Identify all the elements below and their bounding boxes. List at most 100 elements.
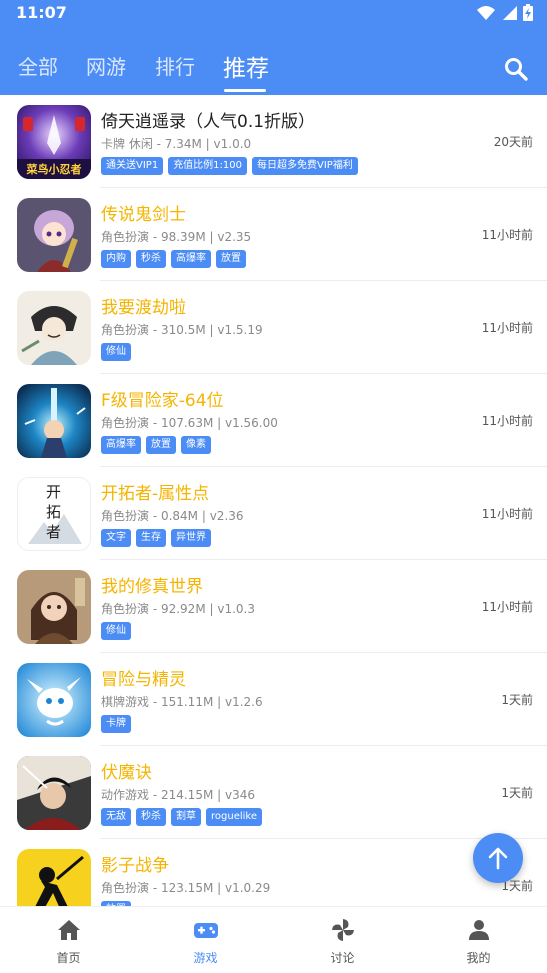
tag: 割草 <box>171 808 201 826</box>
game-thumbnail: 开拓者 <box>17 477 91 551</box>
nav-mine[interactable]: 我的 <box>410 907 547 973</box>
tag: 像素 <box>181 436 211 454</box>
tag-list: 修仙 <box>101 343 131 361</box>
game-meta: 角色扮演 - 92.92M | v1.0.3 <box>101 602 255 616</box>
tab-all[interactable]: 全部 <box>18 51 58 80</box>
arrow-up-icon <box>488 847 508 870</box>
tag: 无敌 <box>101 808 131 826</box>
game-meta: 角色扮演 - 107.63M | v1.56.00 <box>101 416 278 430</box>
update-time: 11小时前 <box>481 321 533 335</box>
tag: 异世界 <box>171 529 211 547</box>
nav-home[interactable]: 首页 <box>0 907 137 973</box>
scroll-to-top-button[interactable] <box>473 833 523 883</box>
tab-ranking[interactable]: 排行 <box>155 51 195 80</box>
tag: roguelike <box>206 808 262 826</box>
gamepad-icon <box>193 923 218 938</box>
game-thumbnail <box>17 663 91 737</box>
tag: 内购 <box>101 250 131 268</box>
tag: 高爆率 <box>171 250 211 268</box>
tag: 放置 <box>216 250 246 268</box>
nav-label: 首页 <box>56 951 81 965</box>
game-meta: 角色扮演 - 0.84M | v2.36 <box>101 509 244 523</box>
game-title[interactable]: 影子战争 <box>101 851 169 876</box>
game-meta: 卡牌 休闲 - 7.34M | v1.0.0 <box>101 137 252 151</box>
tag: 生存 <box>136 529 166 547</box>
bottom-navigation: 首页 游戏 讨论 我的 <box>0 906 547 973</box>
game-meta: 角色扮演 - 123.15M | v1.0.29 <box>101 881 271 895</box>
tag: 修仙 <box>101 343 131 361</box>
user-icon <box>468 920 489 940</box>
status-bar: 11:07 <box>0 0 547 26</box>
list-item[interactable]: F级冒险家-64位 角色扮演 - 107.63M | v1.56.00 高爆率 … <box>0 374 547 467</box>
game-thumbnail <box>17 198 91 272</box>
update-time: 11小时前 <box>481 228 533 242</box>
tab-online[interactable]: 网游 <box>86 51 126 80</box>
update-time: 11小时前 <box>481 414 533 428</box>
tag: 秒杀 <box>136 250 166 268</box>
tag-list: 文字 生存 异世界 <box>101 529 211 547</box>
wifi-icon <box>477 5 495 20</box>
game-meta: 角色扮演 - 310.5M | v1.5.19 <box>101 323 263 337</box>
game-title[interactable]: 我要渡劫啦 <box>101 293 186 318</box>
game-title[interactable]: 倚天逍遥录（人气0.1折版） <box>101 107 315 132</box>
list-item[interactable]: 影子战争 角色扮演 - 123.15M | v1.0.29 放置 1天前 <box>0 839 547 906</box>
home-icon <box>57 920 80 940</box>
pinwheel-icon <box>331 919 354 941</box>
game-title[interactable]: 伏魔诀 <box>101 758 152 783</box>
active-tab-indicator <box>224 89 266 92</box>
game-thumbnail <box>17 291 91 365</box>
tag-list: 无敌 秒杀 割草 roguelike <box>101 808 262 826</box>
tag: 卡牌 <box>101 715 131 733</box>
game-title[interactable]: F级冒险家-64位 <box>101 386 224 411</box>
thumbnail-caption: 菜鸟小忍者 <box>26 163 82 176</box>
update-time: 1天前 <box>501 786 533 800</box>
tag-list: 高爆率 放置 像素 <box>101 436 211 454</box>
status-icons <box>477 4 533 21</box>
game-thumbnail: 菜鸟小忍者 <box>17 105 91 179</box>
game-title[interactable]: 开拓者-属性点 <box>101 479 209 504</box>
game-meta: 棋牌游戏 - 151.11M | v1.2.6 <box>101 695 263 709</box>
list-item[interactable]: 冒险与精灵 棋牌游戏 - 151.11M | v1.2.6 卡牌 1天前 <box>0 653 547 746</box>
tag: 秒杀 <box>136 808 166 826</box>
game-title[interactable]: 我的修真世界 <box>101 572 203 597</box>
game-thumbnail <box>17 384 91 458</box>
nav-label: 游戏 <box>193 951 218 965</box>
update-time: 11小时前 <box>481 507 533 521</box>
category-tabs: 全部 网游 排行 推荐 <box>0 45 547 95</box>
tag: 每日超多免费VIP福利 <box>252 157 358 175</box>
game-meta: 角色扮演 - 98.39M | v2.35 <box>101 230 252 244</box>
tag: 通关送VIP1 <box>101 157 164 175</box>
nav-discuss[interactable]: 讨论 <box>274 907 411 973</box>
game-title[interactable]: 传说鬼剑士 <box>101 200 186 225</box>
list-item[interactable]: 传说鬼剑士 角色扮演 - 98.39M | v2.35 内购 秒杀 高爆率 放置… <box>0 188 547 281</box>
tag-list: 卡牌 <box>101 715 131 733</box>
tag-list: 修仙 <box>101 622 131 640</box>
game-list[interactable]: 菜鸟小忍者 倚天逍遥录（人气0.1折版） 卡牌 休闲 - 7.34M | v1.… <box>0 95 547 906</box>
top-app-bar: 11:07 全部 网游 排行 推荐 <box>0 0 547 95</box>
tag: 充值比例1:100 <box>168 157 248 175</box>
game-thumbnail <box>17 849 91 906</box>
nav-games[interactable]: 游戏 <box>137 907 274 973</box>
nav-label: 我的 <box>466 951 491 965</box>
search-icon[interactable] <box>503 56 529 82</box>
tag-list: 通关送VIP1 充值比例1:100 每日超多免费VIP福利 <box>101 157 358 175</box>
game-thumbnail <box>17 570 91 644</box>
tag: 修仙 <box>101 622 131 640</box>
list-item[interactable]: 我要渡劫啦 角色扮演 - 310.5M | v1.5.19 修仙 11小时前 <box>0 281 547 374</box>
game-thumbnail <box>17 756 91 830</box>
tag: 高爆率 <box>101 436 141 454</box>
list-item[interactable]: 开拓者 开拓者-属性点 角色扮演 - 0.84M | v2.36 文字 生存 异… <box>0 467 547 560</box>
game-title[interactable]: 冒险与精灵 <box>101 665 186 690</box>
game-meta: 动作游戏 - 214.15M | v346 <box>101 788 255 802</box>
battery-icon <box>523 4 533 21</box>
list-item[interactable]: 菜鸟小忍者 倚天逍遥录（人气0.1折版） 卡牌 休闲 - 7.34M | v1.… <box>0 95 547 188</box>
list-item[interactable]: 我的修真世界 角色扮演 - 92.92M | v1.0.3 修仙 11小时前 <box>0 560 547 653</box>
nav-label: 讨论 <box>330 951 355 965</box>
tag: 文字 <box>101 529 131 547</box>
list-item[interactable]: 伏魔诀 动作游戏 - 214.15M | v346 无敌 秒杀 割草 rogue… <box>0 746 547 839</box>
thumbnail-caption: 开拓者 <box>46 483 62 541</box>
tab-recommend[interactable]: 推荐 <box>223 49 269 83</box>
signal-icon <box>503 5 517 20</box>
update-time: 20天前 <box>493 135 533 149</box>
tag-list: 内购 秒杀 高爆率 放置 <box>101 250 246 268</box>
